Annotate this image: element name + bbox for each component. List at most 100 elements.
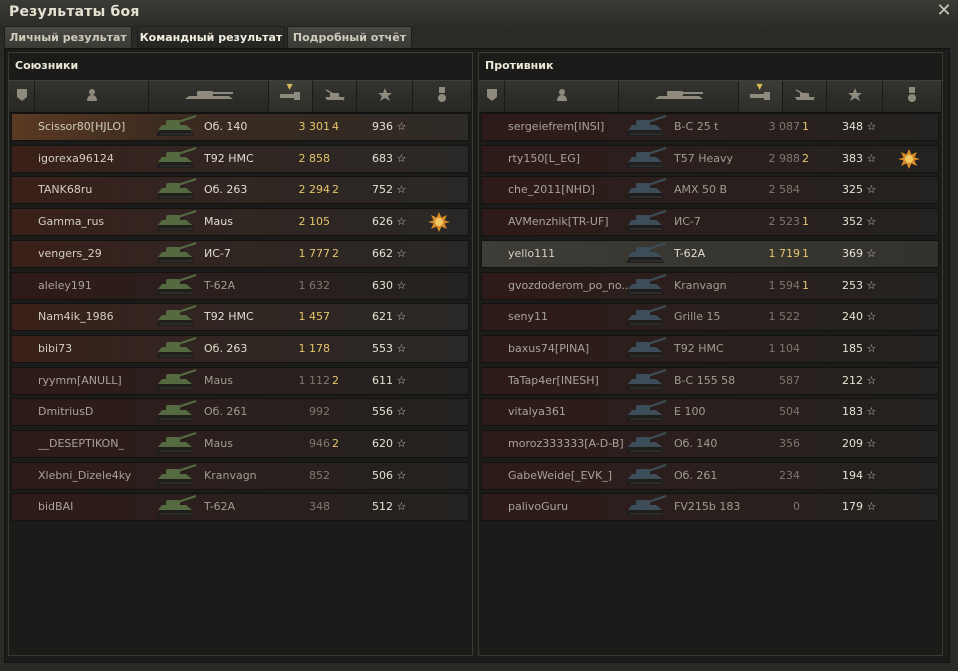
xp-icon [847, 87, 863, 106]
tank-icon [620, 399, 668, 425]
player-name[interactable]: palivoGuru [508, 494, 628, 520]
player-name[interactable]: Nam4ik_1986 [38, 304, 158, 330]
xp-star-icon: ☆ [863, 215, 877, 229]
header-kills-button[interactable] [783, 81, 827, 112]
enemies-player-row[interactable]: sergeiefrem[INSI] B-C 25 t3 087 1 348 ☆ [481, 113, 939, 141]
kills-value [802, 304, 816, 330]
player-name[interactable]: Scissor80[HJLO] [38, 114, 158, 140]
header-damage-button[interactable]: ▼ [739, 81, 783, 112]
player-name[interactable]: vitalya361 [508, 399, 628, 425]
player-name[interactable]: GabeWeide[_EVK_] [508, 463, 628, 489]
header-vehicle-button[interactable] [149, 81, 269, 112]
xp-number: 553 [372, 341, 393, 355]
enemies-player-row[interactable]: palivoGuru FV215b 183 0 179 ☆ [481, 493, 939, 522]
tank-icon [150, 114, 198, 140]
xp-icon [377, 87, 393, 106]
allies-player-row[interactable]: bidBAI T-62A 348 512 ☆ [11, 493, 469, 522]
kills-value: 1 [802, 215, 809, 229]
allies-player-row[interactable]: Nam4ik_1986 T92 HMC 1 457 621 ☆ [11, 303, 469, 332]
header-player-button[interactable] [35, 81, 149, 112]
player-name[interactable]: seny11 [508, 304, 628, 330]
player-name[interactable]: sergeiefrem[INSI] [508, 114, 628, 140]
header-vehicle-button[interactable] [619, 81, 739, 112]
enemies-player-row[interactable]: vitalya361 E 100 504 183 ☆ [481, 398, 939, 427]
enemies-player-row[interactable]: GabeWeide[_EVK_] Об. 261 234 194 ☆ [481, 461, 939, 490]
player-name[interactable]: bibi73 [38, 336, 158, 362]
xp-number: 183 [842, 405, 863, 419]
allies-player-row[interactable]: vengers_29 ИС-7 1 777 2 662 ☆ [11, 239, 469, 268]
header-xp-button[interactable] [357, 81, 413, 112]
medal-icon[interactable] [428, 209, 452, 237]
player-name[interactable]: yello111 [508, 241, 628, 267]
enemies-player-row[interactable]: moroz333333[A-D-B] Об. 140 356 209 ☆ [481, 430, 939, 458]
xp-number: 194 [842, 468, 863, 482]
enemies-player-row[interactable]: AVMenzhik[TR-UF] ИС-7 2 523 1 352 ☆ [481, 208, 939, 237]
enemies-panel: Противник ▼ sergeiefrem[INSI] B-C 25 t3 0… [478, 52, 943, 656]
allies-player-row[interactable]: igorexa96124 T92 HMC 2 858 683 ☆ [11, 144, 469, 173]
enemies-player-row[interactable]: che_2011[NHD] AMX 50 B2 584 325 ☆ [481, 176, 939, 205]
tank-icon [150, 336, 198, 362]
allies-player-row[interactable]: TANK68ru Об. 263 2 294 2 752 ☆ [11, 176, 469, 205]
player-name[interactable]: gvozdoderom_po_no... [508, 273, 628, 299]
tab-personal-result[interactable]: Личный результат [4, 26, 132, 48]
enemies-player-row[interactable]: TaTap4er[INESH] B-C 155 58 587 212 ☆ [481, 366, 939, 395]
allies-player-row[interactable]: ryymm[ANULL] Maus 1 112 2 611 ☆ [11, 366, 469, 395]
xp-star-icon: ☆ [393, 183, 407, 197]
enemies-player-row[interactable]: seny11 Grille 15 1 522 240 ☆ [481, 303, 939, 332]
tab-team-result[interactable]: Командный результат [137, 26, 285, 48]
damage-value: 2 523 [768, 215, 801, 229]
xp-number: 683 [372, 151, 393, 165]
player-name[interactable]: rty150[L_EG] [508, 146, 628, 172]
player-name[interactable]: vengers_29 [38, 241, 158, 267]
xp-number: 936 [372, 120, 393, 133]
allies-player-row[interactable]: aleley191 T-62A 1 632 630 ☆ [11, 271, 469, 300]
allies-player-row[interactable]: Xlebni_Dizele4ky Kranvagn 852 506 ☆ [11, 461, 469, 490]
header-kills-button[interactable] [313, 81, 357, 112]
tank-icon [620, 304, 668, 330]
allies-player-row[interactable]: Gamma_rus Maus 2 105 626 ☆ [11, 208, 469, 237]
player-name[interactable]: igorexa96124 [38, 146, 158, 172]
damage-value: 1 777 [298, 246, 331, 260]
header-xp-button[interactable] [827, 81, 883, 112]
player-name[interactable]: che_2011[NHD] [508, 177, 628, 203]
damage-value: 1 594 [768, 278, 801, 292]
player-name[interactable]: DmitriusD [38, 399, 158, 425]
player-name[interactable]: aleley191 [38, 273, 158, 299]
xp-star-icon: ☆ [393, 437, 407, 450]
damage-value: 1 522 [768, 310, 801, 324]
player-name[interactable]: bidBAI [38, 494, 158, 520]
allies-player-row[interactable]: DmitriusD Об. 261 992 556 ☆ [11, 398, 469, 427]
header-squad-button[interactable] [479, 81, 505, 112]
player-name[interactable]: TaTap4er[INESH] [508, 368, 628, 394]
xp-star-icon: ☆ [863, 183, 877, 197]
allies-player-row[interactable]: bibi73 Об. 263 1 178 553 ☆ [11, 334, 469, 363]
player-name[interactable]: AVMenzhik[TR-UF] [508, 209, 628, 235]
enemies-player-row[interactable]: baxus74[PINA] T92 HMC 1 104 185 ☆ [481, 334, 939, 363]
header-player-button[interactable] [505, 81, 619, 112]
kills-value [332, 494, 346, 520]
player-name[interactable]: baxus74[PINA] [508, 336, 628, 362]
window-titlebar: Результаты боя ✕ [0, 0, 958, 26]
header-damage-button[interactable]: ▼ [269, 81, 313, 112]
player-name[interactable]: TANK68ru [38, 177, 158, 203]
damage-value: 2 988 [768, 151, 801, 165]
enemies-player-row[interactable]: rty150[L_EG] T57 Heavy 2 988 2 383 ☆ [481, 144, 939, 174]
enemies-player-row[interactable]: yello111 T-62A 1 719 1 369 ☆ [481, 239, 939, 268]
tab-detailed-report[interactable]: Подробный отчёт [287, 26, 412, 48]
allies-player-row[interactable]: Scissor80[HJLO] Об. 140 3 301 4 936 ☆ [11, 113, 469, 141]
kills-value: 2 [332, 437, 339, 450]
player-name[interactable]: Gamma_rus [38, 209, 158, 235]
header-medal-button[interactable] [883, 81, 942, 112]
close-icon[interactable]: ✕ [934, 1, 954, 21]
player-name[interactable]: Xlebni_Dizele4ky [38, 463, 158, 489]
player-name[interactable]: __DESEPTIKON_ [38, 431, 158, 457]
header-squad-button[interactable] [9, 81, 35, 112]
medal-icon[interactable] [898, 146, 922, 174]
damage-value: 2 294 [298, 183, 331, 197]
player-name[interactable]: ryymm[ANULL] [38, 368, 158, 394]
header-medal-button[interactable] [413, 81, 472, 112]
enemies-player-row[interactable]: gvozdoderom_po_no... Kranvagn 1 594 1 253 ☆ [481, 271, 939, 300]
allies-player-row[interactable]: __DESEPTIKON_ Maus 946 2 620 ☆ [11, 430, 469, 458]
player-name[interactable]: moroz333333[A-D-B] [508, 431, 628, 457]
damage-value: 2 105 [298, 215, 331, 229]
